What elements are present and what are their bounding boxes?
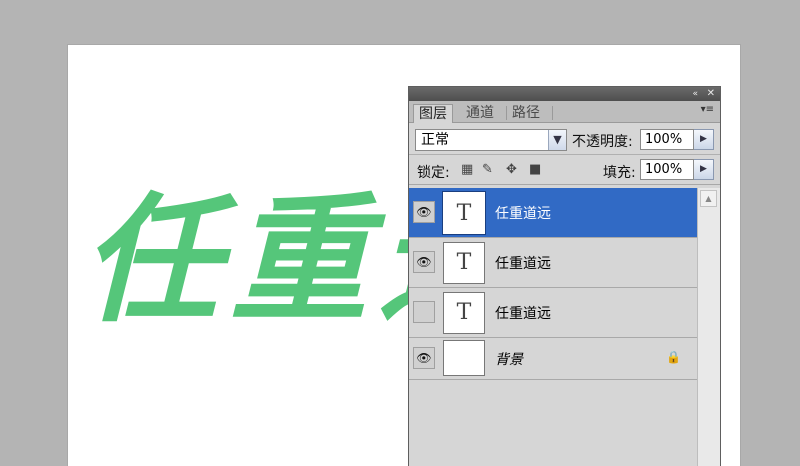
layer-name: 任重道远 [495, 306, 551, 322]
fill-label: 填充: [603, 165, 636, 181]
tab-channels[interactable]: 通道 [461, 104, 499, 123]
layer-row[interactable]: T 任重道远 [409, 288, 697, 338]
eye-icon[interactable]: 👁 [413, 251, 435, 273]
collapse-panel-icon[interactable]: « [692, 87, 698, 101]
tab-divider [552, 106, 553, 120]
opacity-input[interactable]: 100% [640, 129, 694, 150]
lock-row: 锁定: ▦ ✎ ✥ ■ 填充: 100% ▶ [409, 155, 720, 185]
eye-icon[interactable]: 👁 [413, 347, 435, 369]
layer-name: 任重道远 [495, 206, 551, 222]
layer-list: 👁 T 任重道远 👁 T 任重道远 T 任重道远 👁 背景 🔒 [409, 188, 697, 466]
lock-icon: 🔒 [666, 350, 681, 364]
eye-icon[interactable]: 👁 [413, 201, 435, 223]
fill-input[interactable]: 100% [640, 159, 694, 180]
scroll-up-icon[interactable]: ▲ [700, 190, 717, 207]
lock-label: 锁定: [417, 165, 450, 181]
blend-mode-value: 正常 [421, 132, 449, 148]
layer-row[interactable]: 👁 T 任重道远 [409, 188, 697, 238]
opacity-label: 不透明度: [572, 134, 633, 150]
lock-transparent-pixels-icon[interactable]: ▦ [461, 162, 473, 178]
layer-row-background[interactable]: 👁 背景 🔒 [409, 338, 697, 380]
tab-layers[interactable]: 图层 [413, 104, 453, 123]
panel-tabs: 图层 通道 路径 ▾≡ [409, 101, 720, 123]
lock-all-icon[interactable]: ■ [529, 162, 541, 178]
background-thumbnail [443, 340, 485, 376]
layer-name: 背景 [495, 352, 523, 368]
close-icon[interactable]: ✕ [707, 87, 715, 101]
layer-name: 任重道远 [495, 256, 551, 272]
layer-list-scrollbar[interactable]: ▲ [697, 188, 720, 466]
layer-row[interactable]: 👁 T 任重道远 [409, 238, 697, 288]
panel-menu-icon[interactable]: ▾≡ [701, 104, 714, 115]
lock-image-pixels-icon[interactable]: ✎ [482, 162, 493, 178]
lock-position-icon[interactable]: ✥ [506, 162, 517, 178]
text-layer-thumbnail: T [443, 242, 485, 284]
fill-slider-button[interactable]: ▶ [694, 159, 714, 180]
opacity-slider-button[interactable]: ▶ [694, 129, 714, 150]
text-layer-thumbnail: T [443, 292, 485, 334]
blend-mode-select[interactable]: 正常 ▼ [415, 129, 567, 151]
panel-titlebar[interactable]: « ✕ [409, 87, 720, 101]
blend-row: 正常 ▼ 不透明度: 100% ▶ [409, 123, 720, 155]
layers-panel: « ✕ 图层 通道 路径 ▾≡ 正常 ▼ 不透明度: 100% ▶ 锁定: ▦ … [408, 86, 721, 466]
chevron-down-icon[interactable]: ▼ [548, 130, 566, 150]
text-layer-thumbnail: T [443, 192, 485, 234]
tab-paths[interactable]: 路径 [507, 104, 545, 123]
visibility-toggle-empty[interactable] [413, 301, 435, 323]
